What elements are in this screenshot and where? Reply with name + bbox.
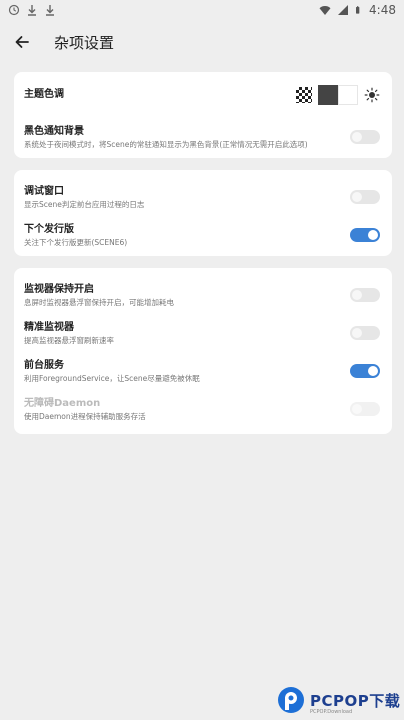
black-notification-row[interactable]: 黑色通知背景 系统处于夜间模式时，将Scene的常驻通知显示为黑色背景(正常情况… xyxy=(24,118,382,156)
light-theme-swatch[interactable] xyxy=(338,85,358,105)
next-release-row[interactable]: 下个发行版 关注下个发行版更新(SCENE6) xyxy=(24,216,382,254)
precise-monitor-title: 精准监视器 xyxy=(24,321,74,333)
accessibility-daemon-subtitle: 使用Daemon进程保持辅助服务存活 xyxy=(24,411,146,421)
theme-row: 主题色调 xyxy=(24,72,382,118)
watermark-logo: PCPOP下载 PCPOP.Download xyxy=(276,682,402,718)
appearance-card: 主题色调 黑色通知背景 系统处于夜间模式时，将Scene的常驻通知显示为黑色背景… xyxy=(14,72,392,158)
battery-icon xyxy=(356,6,360,14)
black-notification-title: 黑色通知背景 xyxy=(24,125,84,137)
monitor-card: 监视器保持开启 息屏时监视器悬浮窗保持开启，可能增加耗电 精准监视器 提高监视器… xyxy=(14,268,392,434)
app-bar: 杂项设置 xyxy=(0,24,404,60)
foreground-service-title: 前台服务 xyxy=(24,359,64,371)
debug-window-switch[interactable] xyxy=(350,190,380,204)
transparent-theme-swatch[interactable] xyxy=(296,87,312,103)
debug-card: 调试窗口 显示Scene判定前台应用过程的日志 下个发行版 关注下个发行版更新(… xyxy=(14,170,392,256)
monitor-keep-on-row[interactable]: 监视器保持开启 息屏时监视器悬浮窗保持开启，可能增加耗电 xyxy=(24,276,382,314)
clock-icon xyxy=(8,4,20,16)
accessibility-daemon-title: 无障碍Daemon xyxy=(24,397,101,409)
theme-swatches xyxy=(296,85,380,105)
status-bar: 4:48 xyxy=(0,0,404,20)
watermark-subtext: PCPOP.Download xyxy=(310,709,353,715)
debug-window-row[interactable]: 调试窗口 显示Scene判定前台应用过程的日志 xyxy=(24,178,382,216)
foreground-service-switch[interactable] xyxy=(350,364,380,378)
precise-monitor-row[interactable]: 精准监视器 提高监视器悬浮窗刷新速率 xyxy=(24,314,382,352)
monitor-keep-on-title: 监视器保持开启 xyxy=(24,283,94,295)
next-release-title: 下个发行版 xyxy=(24,223,74,235)
accessibility-daemon-switch xyxy=(350,402,380,416)
foreground-service-subtitle: 利用ForegroundService，让Scene尽量避免被休眠 xyxy=(24,373,200,383)
download-icon xyxy=(28,5,36,16)
pcpop-logo-icon xyxy=(278,687,304,713)
black-notification-switch[interactable] xyxy=(350,130,380,144)
foreground-service-row[interactable]: 前台服务 利用ForegroundService，让Scene尽量避免被休眠 xyxy=(24,352,382,390)
black-notification-subtitle: 系统处于夜间模式时，将Scene的常驻通知显示为黑色背景(正常情况无需开启此选项… xyxy=(24,139,308,149)
arrow-left-icon xyxy=(15,36,29,48)
debug-window-subtitle: 显示Scene判定前台应用过程的日志 xyxy=(24,199,145,209)
theme-title: 主题色调 xyxy=(24,89,64,100)
page-title: 杂项设置 xyxy=(54,33,115,52)
debug-window-title: 调试窗口 xyxy=(24,185,64,197)
dark-theme-swatch[interactable] xyxy=(318,85,338,105)
download-icon xyxy=(46,5,54,16)
precise-monitor-switch[interactable] xyxy=(350,326,380,340)
next-release-subtitle: 关注下个发行版更新(SCENE6) xyxy=(24,237,128,247)
next-release-switch[interactable] xyxy=(350,228,380,242)
status-time: 4:48 xyxy=(369,3,396,17)
wifi-icon xyxy=(319,6,331,15)
back-button[interactable] xyxy=(4,24,40,60)
monitor-keep-on-subtitle: 息屏时监视器悬浮窗保持开启，可能增加耗电 xyxy=(24,297,174,307)
signal-icon xyxy=(338,5,349,15)
accessibility-daemon-row: 无障碍Daemon 使用Daemon进程保持辅助服务存活 xyxy=(24,390,382,428)
precise-monitor-subtitle: 提高监视器悬浮窗刷新速率 xyxy=(24,335,114,345)
sun-icon[interactable] xyxy=(364,87,380,103)
monitor-keep-on-switch[interactable] xyxy=(350,288,380,302)
watermark-text: PCPOP下载 xyxy=(310,691,401,710)
